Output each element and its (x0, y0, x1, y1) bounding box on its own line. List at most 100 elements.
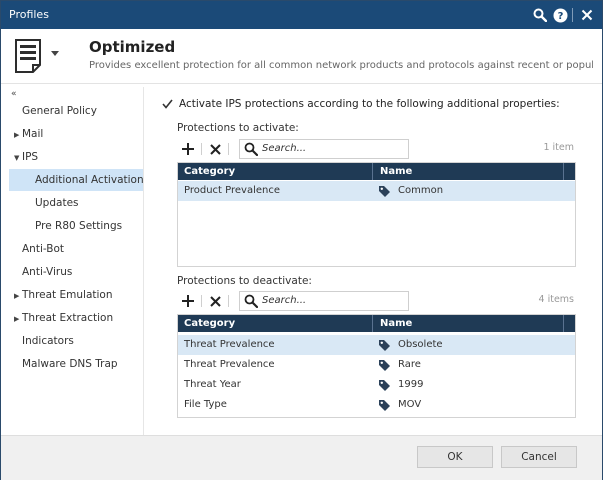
add-deactivate-button[interactable] (179, 292, 197, 310)
sidebar-item-label: Updates (35, 197, 79, 209)
remove-activate-button[interactable] (206, 140, 224, 158)
cell-category: Threat Prevalence (184, 339, 275, 350)
sidebar: « General Policy ▶ Mail ▼ IPS Additional A… (9, 87, 144, 435)
deactivate-item-count: 4 items (538, 294, 574, 305)
sidebar-item-indicators[interactable]: Indicators (9, 330, 156, 352)
cell-category: File Type (184, 399, 227, 410)
delete-x-icon (209, 295, 221, 307)
cell-name: Common (398, 185, 444, 196)
profile-document-icon[interactable] (15, 39, 41, 73)
cell-name: MOV (398, 399, 422, 410)
sidebar-item-label: Pre R80 Settings (35, 220, 123, 232)
deactivate-section-label: Protections to deactivate: (177, 275, 312, 287)
main-content: Activate IPS protections according to th… (161, 87, 581, 435)
cell-name: Obsolete (398, 339, 443, 350)
cancel-button[interactable]: Cancel (501, 446, 577, 468)
activate-ips-checkbox[interactable] (161, 98, 173, 110)
tag-icon (379, 360, 390, 371)
tag-icon (379, 340, 390, 351)
sidebar-item-label: Malware DNS Trap (22, 358, 118, 370)
sidebar-item-general-policy[interactable]: General Policy (9, 100, 156, 122)
deactivate-search-input[interactable] (262, 293, 402, 307)
table-row[interactable]: File Type MOV (178, 395, 575, 415)
title-bar-separator (572, 8, 573, 22)
toolbar-separator (228, 143, 229, 155)
deactivate-table: Category Name Threat Prevalence Obsolete… (177, 314, 576, 418)
sidebar-item-label: Anti-Virus (22, 266, 73, 278)
activate-search-box[interactable] (239, 139, 409, 159)
chevron-right-icon[interactable]: ▶ (14, 285, 22, 307)
activate-toolbar: 1 item (177, 139, 574, 159)
toolbar-separator (201, 143, 202, 155)
search-icon (244, 294, 258, 308)
profiles-window: Profiles ? Optimized Provides excellent … (0, 0, 603, 480)
delete-x-icon (209, 143, 221, 155)
profile-name: Optimized (89, 38, 176, 56)
chevron-down-icon[interactable]: ▼ (14, 147, 22, 169)
cell-name: Rare (398, 359, 421, 370)
column-header-category[interactable]: Category (184, 315, 235, 332)
ok-button[interactable]: OK (417, 446, 493, 468)
sidebar-item-label: Anti-Bot (22, 243, 65, 255)
cell-category: Threat Prevalence (184, 359, 275, 370)
cell-category: Product Prevalence (184, 185, 281, 196)
sidebar-item-threat-extraction[interactable]: ▶ Threat Extraction (9, 307, 148, 329)
header-scroll-gap (563, 163, 575, 180)
sidebar-item-additional-activation[interactable]: Additional Activation (9, 169, 144, 191)
close-icon[interactable] (578, 6, 596, 24)
search-icon (244, 142, 258, 156)
plus-icon (182, 143, 194, 155)
tag-icon (379, 400, 390, 411)
window-title: Profiles (9, 8, 49, 21)
toolbar-separator (228, 295, 229, 307)
chevron-right-icon[interactable]: ▶ (14, 308, 22, 330)
chevron-down-icon[interactable] (51, 51, 59, 57)
sidebar-item-label: IPS (22, 151, 39, 163)
column-divider (372, 315, 373, 332)
help-icon[interactable]: ? (551, 6, 569, 24)
table-row[interactable]: Product Prevalence Common (178, 181, 575, 201)
cell-name: 1999 (398, 379, 424, 390)
tag-icon (379, 380, 390, 391)
sidebar-item-label: Threat Extraction (22, 312, 114, 324)
activate-ips-label: Activate IPS protections according to th… (179, 98, 560, 110)
activate-table-header: Category Name (178, 163, 575, 180)
tag-icon (379, 186, 390, 197)
chevron-right-icon[interactable]: ▶ (14, 124, 22, 146)
svg-text:?: ? (557, 11, 563, 22)
sidebar-item-threat-emulation[interactable]: ▶ Threat Emulation (9, 284, 148, 306)
sidebar-item-mail[interactable]: ▶ Mail (9, 123, 148, 145)
remove-deactivate-button[interactable] (206, 292, 224, 310)
column-header-name[interactable]: Name (380, 163, 412, 180)
table-row[interactable]: Threat Year 1999 (178, 375, 575, 395)
activate-table: Category Name Product Prevalence Common (177, 162, 576, 267)
deactivate-search-box[interactable] (239, 291, 409, 311)
profile-description: Provides excellent protection for all co… (89, 60, 593, 71)
sidebar-item-label: Mail (22, 128, 44, 140)
sidebar-item-anti-bot[interactable]: Anti-Bot (9, 238, 156, 260)
sidebar-item-ips[interactable]: ▼ IPS (9, 146, 148, 168)
search-icon[interactable] (531, 6, 549, 24)
sidebar-item-label: General Policy (22, 105, 97, 117)
table-row[interactable]: Threat Prevalence Rare (178, 355, 575, 375)
sidebar-item-label: Indicators (22, 335, 74, 347)
activate-section-label: Protections to activate: (177, 122, 299, 134)
add-activate-button[interactable] (179, 140, 197, 158)
collapse-sidebar-icon[interactable]: « (11, 89, 17, 99)
column-header-category[interactable]: Category (184, 163, 235, 180)
table-row[interactable]: Threat Prevalence Obsolete (178, 335, 575, 355)
plus-icon (182, 295, 194, 307)
activate-item-count: 1 item (543, 142, 574, 153)
cell-category: Threat Year (184, 379, 241, 390)
title-bar: Profiles ? (1, 1, 602, 29)
sidebar-item-updates[interactable]: Updates (9, 192, 169, 214)
sidebar-item-anti-virus[interactable]: Anti-Virus (9, 261, 156, 283)
sidebar-item-pre-r80-settings[interactable]: Pre R80 Settings (9, 215, 169, 237)
column-divider (372, 163, 373, 180)
header-scroll-gap (563, 315, 575, 332)
title-bar-icons: ? (529, 5, 596, 25)
activate-ips-row[interactable]: Activate IPS protections according to th… (161, 97, 560, 111)
sidebar-item-malware-dns-trap[interactable]: Malware DNS Trap (9, 353, 156, 375)
column-header-name[interactable]: Name (380, 315, 412, 332)
activate-search-input[interactable] (262, 141, 402, 155)
